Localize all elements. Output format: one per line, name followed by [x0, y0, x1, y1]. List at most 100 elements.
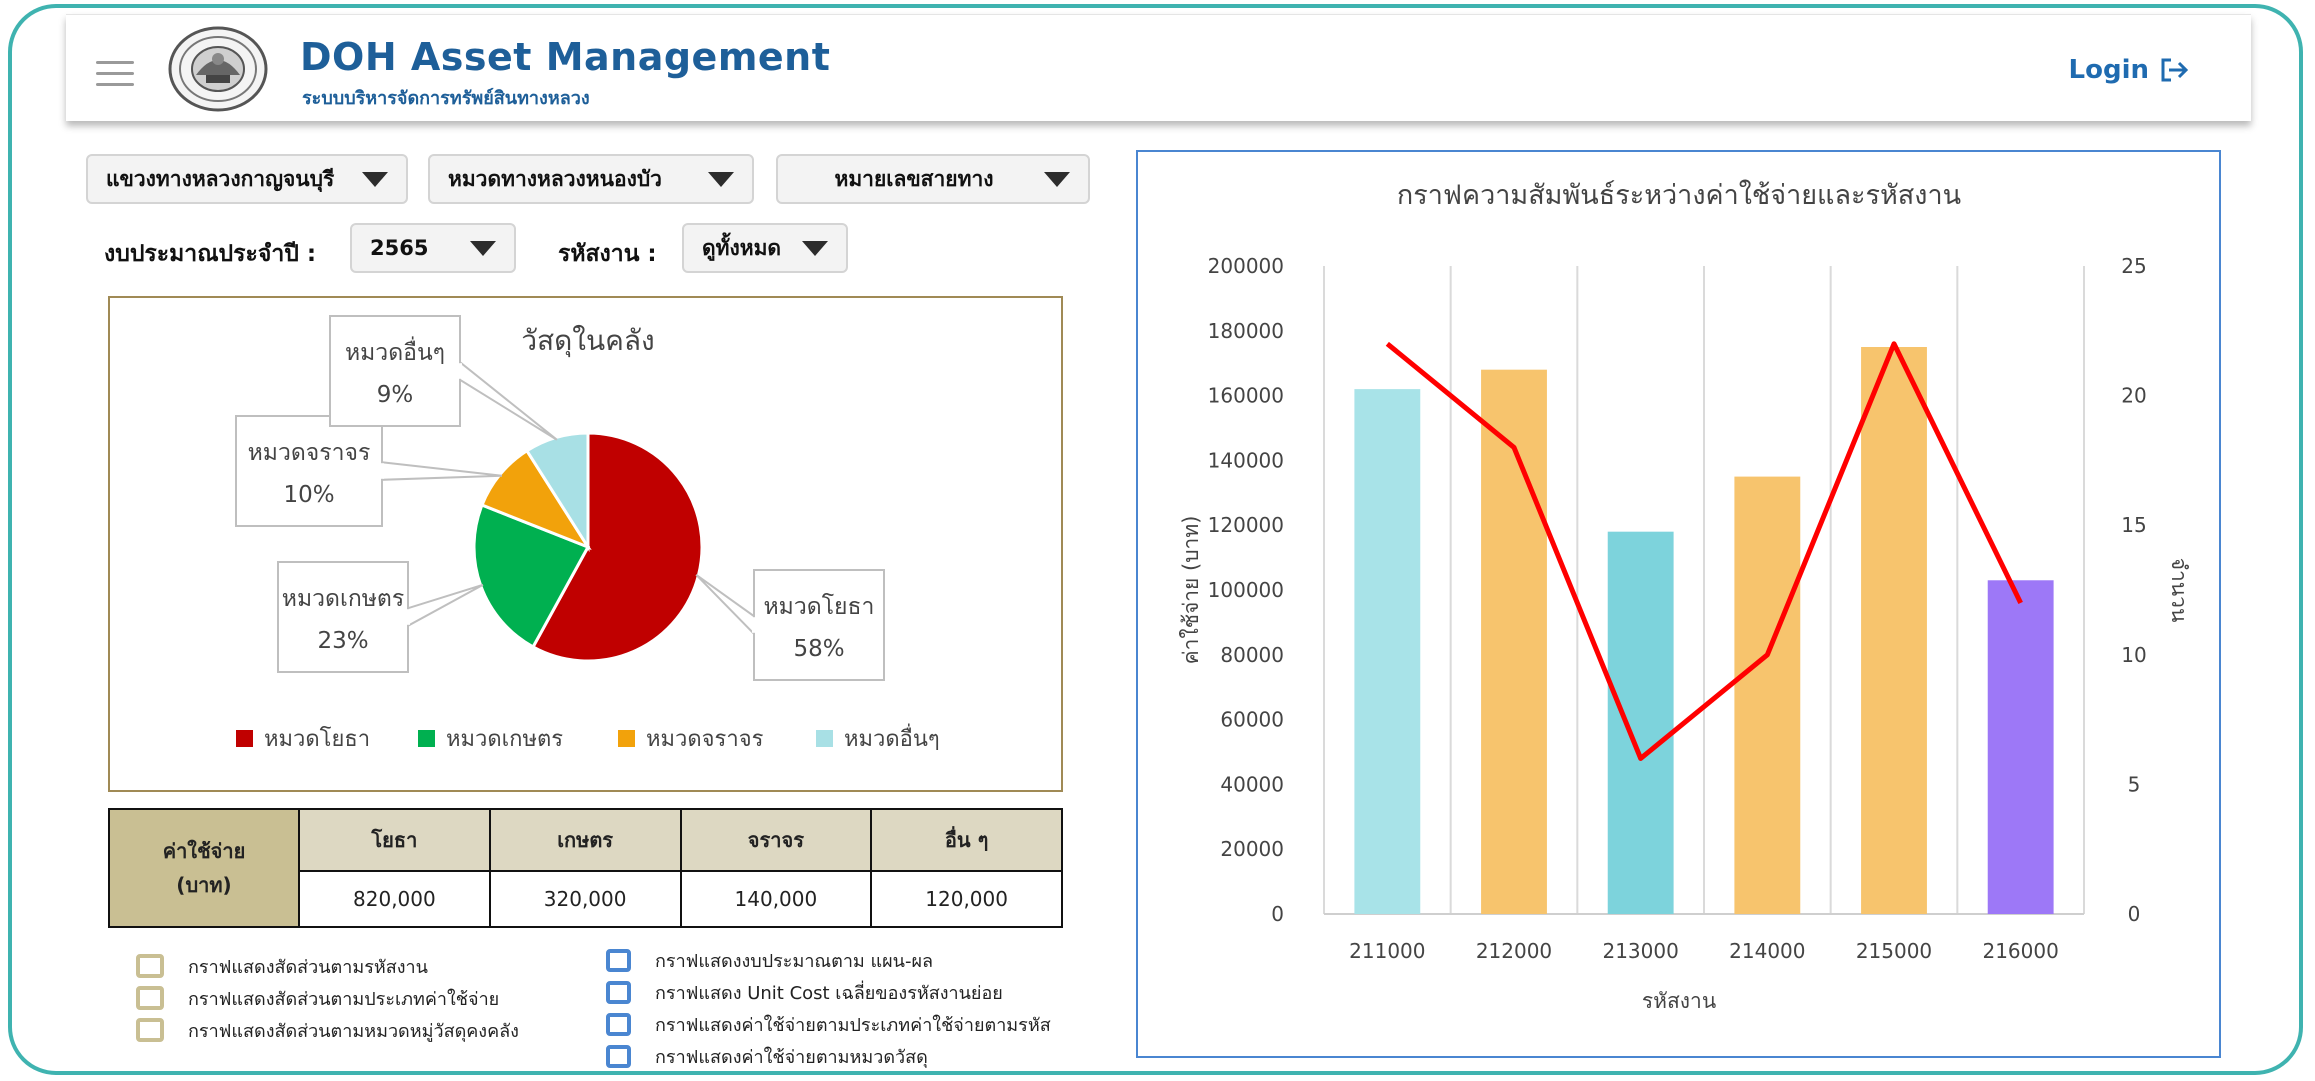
y-axis-title: ค่าใช้จ่าย (บาท) — [1179, 516, 1203, 665]
checkbox-icon[interactable] — [606, 948, 631, 972]
cost-value: 120,000 — [870, 870, 1063, 928]
report-link-label: กราฟแสดงสัดส่วนตามหมวดหมู่วัสดุคงคลัง — [188, 1020, 519, 1042]
cost-table: ค่าใช้จ่าย (บาท) โยธา เกษตร จราจร อื่น ๆ… — [108, 808, 1063, 928]
cost-header: โยธา — [298, 808, 491, 872]
pie-legend-swatch — [236, 730, 253, 747]
pie-legend-label: หมวดอื่นๆ — [844, 723, 940, 752]
menu-icon[interactable] — [96, 61, 134, 87]
pie-callout-box — [277, 561, 409, 673]
report-link-label: กราฟแสดงค่าใช้จ่ายตามประเภทค่าใช้จ่ายตาม… — [655, 1014, 1051, 1036]
chevron-down-icon — [802, 240, 828, 256]
cost-value: 820,000 — [298, 870, 491, 928]
pie-callout-name: หมวดเกษตร — [282, 586, 404, 612]
report-links-left: กราฟแสดงสัดส่วนตามรหัสงาน กราฟแสดงสัดส่ว… — [136, 950, 519, 1046]
department-seal-icon — [168, 26, 268, 112]
cost-row-label: ค่าใช้จ่าย (บาท) — [108, 808, 300, 928]
report-link[interactable]: กราฟแสดงค่าใช้จ่ายตามหมวดวัสดุ — [606, 1040, 1051, 1072]
y-tick-label: 80000 — [1220, 643, 1284, 667]
pie-callout-box — [235, 415, 383, 527]
district-office-select[interactable]: แขวงทางหลวงกาญจนบุรี — [86, 154, 408, 204]
pie-callout-name: หมวดโยธา — [764, 593, 875, 620]
cost-label-line2: (บาท) — [176, 873, 232, 897]
highway-section-select[interactable]: หมวดทางหลวงหนองบัว — [428, 154, 754, 204]
pie-chart-panel: วัสดุในคลัง หมวดโยธา 58% หมวดเกษตร 23% หมวดจร… — [108, 296, 1063, 792]
app-title: DOH Asset Management — [300, 35, 831, 79]
budget-year-label: งบประมาณประจำปี : — [104, 241, 317, 267]
pie-legend-label: หมวดจราจร — [646, 727, 764, 752]
x-tick-label: 216000 — [1982, 939, 2058, 963]
chart-title: กราฟความสัมพันธ์ระหว่างค่าใช้จ่ายและรหัส… — [1397, 179, 1961, 211]
budget-year-select[interactable]: 2565 — [350, 223, 516, 273]
x-tick-label: 214000 — [1729, 939, 1805, 963]
route-number-value: หมายเลขสายทาง — [834, 166, 994, 191]
report-link[interactable]: กราฟแสดงงบประมาณตาม แผน-ผล — [606, 944, 1051, 976]
y2-tick-label: 25 — [2121, 254, 2146, 278]
district-office-value: แขวงทางหลวงกาญจนบุรี — [106, 166, 335, 191]
work-code-value: ดูทั้งหมด — [702, 235, 782, 260]
login-button[interactable]: Login — [2069, 55, 2189, 85]
cost-label-line1: ค่าใช้จ่าย — [162, 839, 246, 863]
cost-code-combo-chart: กราฟความสัมพันธ์ระหว่างค่าใช้จ่ายและรหัส… — [1179, 179, 2191, 1013]
route-number-select[interactable]: หมายเลขสายทาง — [776, 154, 1090, 204]
pie-callout-percent: 9% — [377, 382, 414, 408]
inventory-pie-chart: วัสดุในคลังหมวดโยธา 58% หมวดเกษตร 23% หมวดจร… — [235, 315, 940, 752]
pie-callout-pointer — [381, 461, 503, 481]
pie-callout-percent: 10% — [283, 482, 334, 508]
report-link[interactable]: กราฟแสดง Unit Cost เฉลี่ยของรหัสงานย่อย — [606, 976, 1051, 1008]
login-label: Login — [2068, 55, 2149, 85]
y2-tick-label: 10 — [2121, 643, 2146, 667]
y2-tick-label: 15 — [2121, 513, 2146, 537]
cost-header: จราจร — [679, 808, 873, 872]
checkbox-icon[interactable] — [606, 980, 631, 1004]
pie-legend-swatch — [418, 730, 435, 747]
y-tick-label: 180000 — [1208, 319, 1284, 343]
pie-callout-percent: 23% — [317, 628, 368, 654]
report-link-label: กราฟแสดงงบประมาณตาม แผน-ผล — [655, 950, 934, 972]
x-tick-label: 215000 — [1856, 939, 1932, 963]
x-tick-label: 212000 — [1476, 939, 1552, 963]
report-link[interactable]: กราฟแสดงสัดส่วนตามรหัสงาน — [136, 950, 519, 982]
report-link[interactable]: กราฟแสดงค่าใช้จ่ายตามประเภทค่าใช้จ่ายตาม… — [606, 1008, 1051, 1040]
bar — [1734, 476, 1801, 914]
pie-legend-swatch — [816, 730, 833, 747]
report-link-label: กราฟแสดงสัดส่วนตามรหัสงาน — [188, 956, 428, 978]
checkbox-icon[interactable] — [606, 1044, 631, 1068]
report-link[interactable]: กราฟแสดงสัดส่วนตามประเภทค่าใช้จ่าย — [136, 982, 519, 1014]
y-tick-label: 40000 — [1220, 772, 1284, 796]
pie-callout-pointer — [695, 573, 755, 637]
bar — [1861, 347, 1927, 914]
pie-callout-name: หมวดอื่นๆ — [345, 336, 445, 366]
y-tick-label: 160000 — [1208, 384, 1284, 408]
y-tick-label: 140000 — [1208, 448, 1284, 472]
pie-callout-name: หมวดจราจร — [248, 440, 371, 466]
pie-callout-box — [329, 315, 461, 427]
checkbox-icon[interactable] — [606, 1012, 631, 1036]
y-tick-label: 100000 — [1208, 578, 1284, 602]
y-tick-label: 0 — [1271, 902, 1284, 926]
work-code-label: รหัสงาน : — [558, 241, 657, 267]
report-link-label: กราฟแสดงค่าใช้จ่ายตามหมวดวัสดุ — [655, 1046, 928, 1068]
y2-tick-label: 5 — [2128, 772, 2141, 796]
bar — [1987, 580, 2054, 914]
budget-year-value: 2565 — [370, 236, 429, 260]
work-code-select[interactable]: ดูทั้งหมด — [682, 223, 848, 273]
report-link-label: กราฟแสดง Unit Cost เฉลี่ยของรหัสงานย่อย — [655, 982, 1003, 1004]
checkbox-icon[interactable] — [136, 986, 164, 1010]
pie-legend-swatch — [618, 730, 635, 747]
cost-value: 320,000 — [488, 870, 682, 928]
x-tick-label: 213000 — [1602, 939, 1678, 963]
pie-legend-label: หมวดเกษตร — [446, 727, 563, 752]
y-tick-label: 20000 — [1220, 837, 1284, 861]
pie-callout-pointer — [459, 360, 558, 441]
highway-section-value: หมวดทางหลวงหนองบัว — [448, 166, 662, 191]
pie-title: วัสดุในคลัง — [521, 324, 654, 358]
y-tick-label: 60000 — [1220, 708, 1284, 732]
checkbox-icon[interactable] — [136, 954, 164, 978]
cost-code-chart-panel: กราฟความสัมพันธ์ระหว่างค่าใช้จ่ายและรหัส… — [1136, 150, 2221, 1058]
report-link[interactable]: กราฟแสดงสัดส่วนตามหมวดหมู่วัสดุคงคลัง — [136, 1014, 519, 1046]
x-axis-title: รหัสงาน — [1642, 989, 1716, 1013]
checkbox-icon[interactable] — [136, 1018, 164, 1042]
cost-header: เกษตร — [488, 808, 682, 872]
x-tick-label: 211000 — [1349, 939, 1425, 963]
pie-callout-pointer — [407, 583, 484, 628]
